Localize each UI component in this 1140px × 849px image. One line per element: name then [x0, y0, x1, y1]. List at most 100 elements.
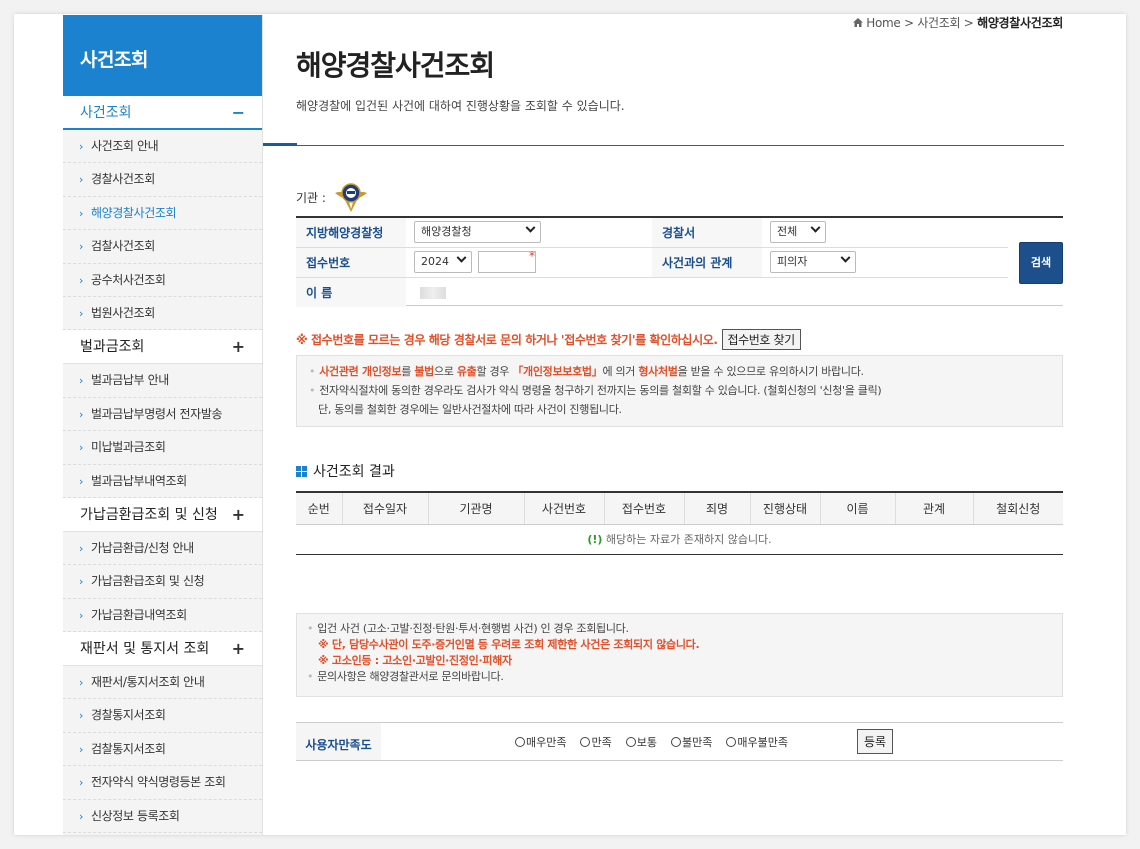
- satisfaction-option[interactable]: 불만족: [670, 734, 712, 750]
- breadcrumb-separator: >: [963, 16, 974, 30]
- bullet-icon: •: [309, 365, 316, 378]
- receipt-number-input[interactable]: [478, 251, 536, 273]
- relation-label: 사건과의 관계: [652, 248, 762, 277]
- results-table: 순번 접수일자 기관명 사건번호 접수번호 죄명 진행상태 이름 관계 철회신청…: [296, 491, 1063, 555]
- info-highlight: 「개인정보보호법」: [512, 365, 603, 378]
- sidebar-group-judgment[interactable]: 재판서 및 통지서 조회 +: [63, 632, 262, 667]
- expand-icon[interactable]: +: [232, 330, 245, 364]
- sidebar-item-label: 벌과금납부내역조회: [91, 473, 187, 488]
- info-highlight: 유출: [456, 365, 477, 378]
- sidebar-item[interactable]: › 가납금환급조회 및 신청: [63, 565, 262, 599]
- sidebar-item-label: 신상정보 등록조회: [91, 808, 180, 823]
- sidebar-item[interactable]: › 검찰사건조회: [63, 230, 262, 264]
- station-select-value: 전체: [777, 225, 798, 238]
- page-title: 해양경찰사건조회: [296, 49, 495, 82]
- expand-icon[interactable]: +: [232, 632, 245, 666]
- sidebar-item-label: 가납금환급조회 및 신청: [91, 574, 205, 589]
- find-receipt-button[interactable]: 접수번호 찾기: [721, 329, 801, 350]
- sidebar-item[interactable]: › 재판서/통지서조회 안내: [63, 666, 262, 700]
- option-label: 매우불만족: [737, 736, 788, 749]
- sidebar-item[interactable]: › 사건조회 안내: [63, 130, 262, 164]
- chevron-right-icon: ›: [79, 541, 83, 555]
- chevron-right-icon: ›: [79, 575, 83, 589]
- radio-icon[interactable]: [580, 737, 591, 747]
- name-label: 이 름: [296, 278, 406, 307]
- sidebar-item[interactable]: › 가납금환급/신청 안내: [63, 532, 262, 566]
- breadcrumb-level1[interactable]: 사건조회: [917, 16, 960, 30]
- sidebar-group-case-inquiry[interactable]: 사건조회 −: [63, 96, 262, 130]
- agency-row: 기관 :: [296, 181, 368, 213]
- satisfaction-options: 매우만족 만족 보통 불만족 매우불만족: [515, 734, 788, 750]
- submit-satisfaction-button[interactable]: 등록: [857, 729, 894, 754]
- sidebar: 사건조회 사건조회 − › 사건조회 안내 › 경찰사건조회 › 해양경찰사건조회 ›…: [63, 15, 263, 835]
- sidebar-group-label: 가납금환급조회 및 신청: [80, 506, 218, 523]
- sidebar-item[interactable]: › 가납금환급내역조회: [63, 599, 262, 633]
- sidebar-group-refund[interactable]: 가납금환급조회 및 신청 +: [63, 497, 262, 532]
- agency-label: 기관 :: [296, 190, 326, 205]
- sidebar-item[interactable]: › 벌과금납부명령서 전자발송: [63, 398, 262, 432]
- info-line: • 전자약식절차에 동의한 경우라도 검사가 약식 명령을 청구하기 전까지는 동…: [309, 381, 1050, 400]
- collapse-icon[interactable]: −: [232, 96, 245, 130]
- sidebar-item-label: 공수처사건조회: [91, 272, 166, 287]
- breadcrumb-home[interactable]: Home: [866, 16, 901, 30]
- sidebar-item-label: 미납벌과금조회: [91, 440, 166, 455]
- sidebar-item[interactable]: › 공수처사건조회: [63, 264, 262, 297]
- sidebar-item[interactable]: › 신상정보 등록조회: [63, 800, 262, 834]
- sidebar-item[interactable]: › 전자약식 약식명령등본 조회: [63, 766, 262, 800]
- info-line: • 사건관련 개인정보를 불법으로 유출할 경우 「개인정보보호법」에 의거 형사…: [309, 362, 1050, 381]
- satisfaction-option[interactable]: 매우불만족: [726, 734, 788, 750]
- station-select[interactable]: 전체: [770, 221, 826, 243]
- sidebar-item[interactable]: › 검찰통지서조회: [63, 733, 262, 767]
- sidebar-item[interactable]: › 경찰통지서조회: [63, 699, 262, 733]
- chevron-right-icon: ›: [79, 776, 83, 790]
- satisfaction-option[interactable]: 만족: [580, 734, 612, 750]
- year-select[interactable]: 2024: [414, 251, 472, 273]
- chevron-right-icon: ›: [79, 474, 83, 488]
- sidebar-group-label: 사건조회: [80, 105, 132, 121]
- radio-icon[interactable]: [515, 737, 525, 747]
- satisfaction-option[interactable]: 보통: [625, 734, 657, 750]
- masked-name: [420, 287, 446, 299]
- radio-icon[interactable]: [625, 737, 636, 747]
- search-button[interactable]: 검색: [1019, 242, 1063, 284]
- main-content: Home > 사건조회 > 해양경찰사건조회 해양경찰사건조회 해양경찰에 입건…: [263, 14, 1064, 835]
- sidebar-item[interactable]: › 미납벌과금조회: [63, 431, 262, 465]
- sidebar-item[interactable]: › 벌과금납부 안내: [63, 364, 262, 398]
- chevron-down-icon: [840, 252, 851, 263]
- satisfaction-option[interactable]: 매우만족: [515, 734, 566, 750]
- sidebar-item-label: 해양경찰사건조회: [91, 205, 177, 220]
- sidebar-group-fine[interactable]: 벌과금조회 +: [63, 330, 262, 365]
- empty-message: 해당하는 자료가 존재하지 않습니다.: [605, 533, 772, 546]
- expand-icon[interactable]: +: [232, 498, 245, 532]
- chevron-right-icon: ›: [79, 173, 83, 187]
- sidebar-item-label: 사건조회 안내: [91, 139, 159, 153]
- option-label: 만족: [591, 736, 612, 749]
- table-header-row: 순번 접수일자 기관명 사건번호 접수번호 죄명 진행상태 이름 관계 철회신청: [296, 491, 1063, 525]
- regional-select[interactable]: 해양경찰청: [414, 221, 541, 243]
- sidebar-item-label: 경찰통지서조회: [91, 708, 166, 723]
- chevron-right-icon: ›: [79, 809, 83, 823]
- chevron-right-icon: ›: [79, 709, 83, 723]
- info-text: 에 의거: [602, 365, 639, 378]
- info-text: 으로: [433, 365, 457, 378]
- info-line: 단, 동의를 철회한 경우에는 일반사건절차에 따라 사건이 진행됩니다.: [318, 403, 622, 416]
- column-header: 기관명: [427, 491, 524, 525]
- radio-icon[interactable]: [670, 737, 681, 747]
- column-header: 철회신청: [972, 491, 1063, 525]
- radio-icon[interactable]: [726, 737, 737, 747]
- search-form: 지방해양경찰청 해양경찰청 경찰서 전체 접수번호 2024 * 사건과의 관계…: [296, 216, 1063, 307]
- column-header: 접수일자: [341, 491, 428, 525]
- sidebar-item-active[interactable]: › 해양경찰사건조회: [63, 197, 262, 231]
- chevron-down-icon: [456, 252, 467, 263]
- regional-select-value: 해양경찰청: [421, 225, 472, 238]
- sidebar-item[interactable]: › 법원사건조회: [63, 297, 262, 331]
- receipt-notice-text: ※ 접수번호를 모르는 경우 해당 경찰서로 문의 하거나 '접수번호 찾기'를…: [296, 333, 718, 347]
- privacy-info-box: • 사건관련 개인정보를 불법으로 유출할 경우 「개인정보보호법」에 의거 형사…: [296, 355, 1063, 427]
- bullet-icon: •: [309, 384, 316, 397]
- grid-icon: [296, 465, 307, 477]
- relation-select-value: 피의자: [777, 255, 808, 268]
- sidebar-item[interactable]: › 벌과금납부내역조회: [63, 465, 262, 498]
- chevron-down-icon: [525, 222, 536, 233]
- relation-select[interactable]: 피의자: [770, 251, 856, 273]
- sidebar-item[interactable]: › 경찰사건조회: [63, 163, 262, 197]
